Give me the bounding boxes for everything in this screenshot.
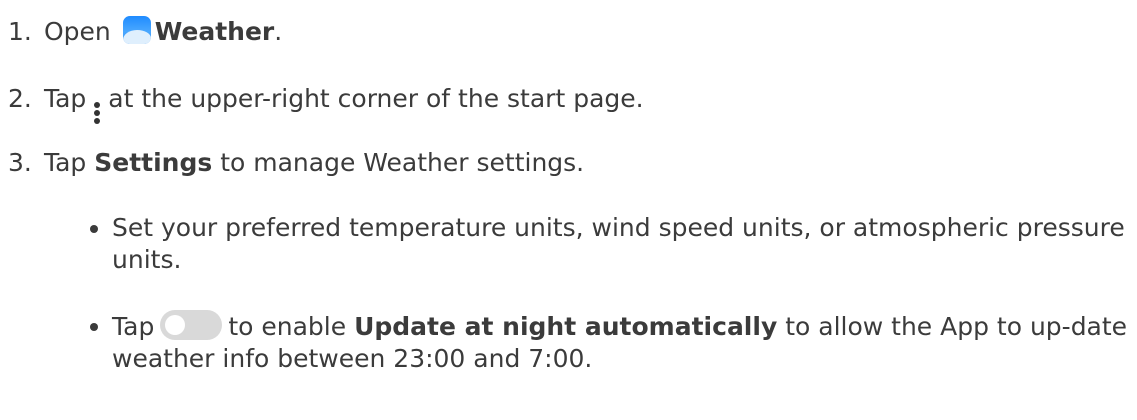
- step-text: to manage Weather settings.: [220, 148, 585, 177]
- step-number: 1.: [8, 17, 32, 46]
- toggle-switch-icon: [160, 310, 223, 340]
- update-at-night-label: Update at night automatically: [354, 312, 778, 341]
- step-3: 3. Tap Settings to manage Weather settin…: [8, 147, 584, 179]
- settings-label: Settings: [94, 148, 213, 177]
- step-1: 1. Open Weather.: [8, 16, 282, 48]
- instructions-page: 1. Open Weather. 2. Tap at the upper-righ…: [0, 0, 1137, 420]
- bullet-units: Set your preferred temperature units, wi…: [90, 212, 1130, 276]
- bullet-dot: [90, 323, 98, 331]
- bullet-night-update: Tap to enable Update at night automatical…: [90, 310, 1130, 375]
- bullet-text: Tap to enable Update at night automatical…: [112, 310, 1130, 375]
- bullet-text-part: Tap: [112, 312, 155, 341]
- bullet-text: Set your preferred temperature units, wi…: [112, 213, 1125, 274]
- step-2: 2. Tap at the upper-right corner of the s…: [8, 83, 644, 124]
- step-number: 2.: [8, 84, 32, 113]
- bullet-dot: [90, 225, 98, 233]
- bullet-text-part: to enable: [228, 312, 347, 341]
- weather-app-icon: [122, 16, 151, 44]
- step-text: at the upper-right corner of the start p…: [108, 84, 644, 113]
- step-punctuation: .: [274, 17, 283, 46]
- step-text: Tap: [43, 84, 87, 113]
- app-name: Weather: [154, 17, 275, 46]
- step-number: 3.: [8, 148, 32, 177]
- step-text: Open: [43, 17, 111, 46]
- step-text: Tap: [43, 148, 87, 177]
- more-vertical-icon: [92, 102, 102, 124]
